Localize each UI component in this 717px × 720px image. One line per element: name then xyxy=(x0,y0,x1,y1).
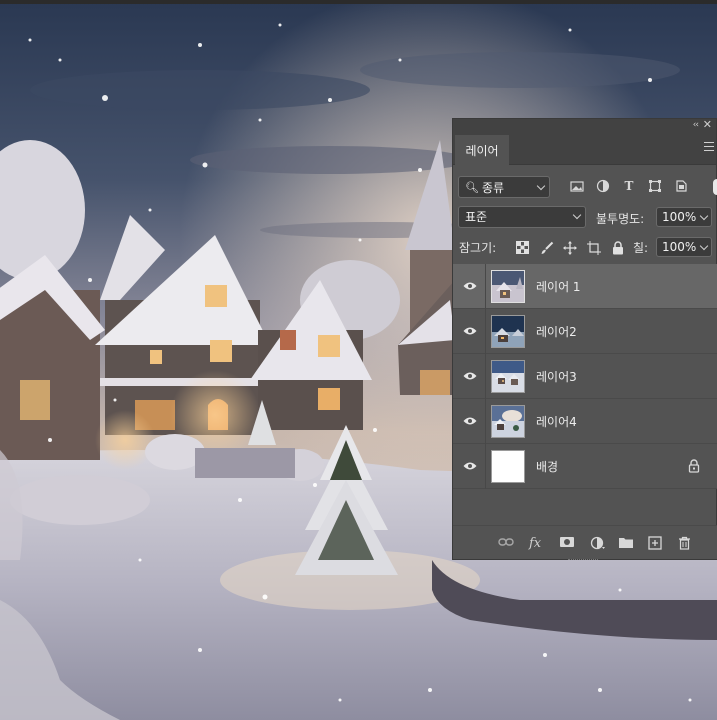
layer-thumbnail xyxy=(491,360,525,393)
fill-input[interactable]: 100% xyxy=(656,237,712,257)
layer-name[interactable]: 레이어4 xyxy=(536,413,577,430)
pixel-filter-icon[interactable] xyxy=(570,179,584,193)
eye-separator xyxy=(485,309,486,354)
link-icon[interactable] xyxy=(498,536,514,552)
shape-filter-icon[interactable] xyxy=(648,179,662,193)
tab-layers[interactable]: 레이어 xyxy=(455,135,509,166)
layer-row-1[interactable]: 레이어 1 xyxy=(453,264,717,309)
eye-icon[interactable] xyxy=(463,281,477,291)
layer-thumbnail xyxy=(491,450,525,483)
chevron-down-icon xyxy=(536,181,546,191)
eye-icon[interactable] xyxy=(463,461,477,471)
filter-row: 🔍︎ 종류 T xyxy=(453,173,717,201)
eye-separator xyxy=(485,444,486,489)
opacity-label: 불투명도: xyxy=(596,212,645,226)
type-filter-icon[interactable]: T xyxy=(622,179,636,193)
fx-icon[interactable]: fx xyxy=(529,536,541,552)
chevron-down-icon xyxy=(699,241,709,251)
window-top-edge xyxy=(0,0,717,4)
brush-icon[interactable] xyxy=(540,241,554,255)
opacity-input[interactable]: 100% xyxy=(656,207,712,227)
layer-row-4[interactable]: 레이어4 xyxy=(453,399,717,444)
new-layer-icon[interactable] xyxy=(648,536,662,552)
folder-icon[interactable] xyxy=(618,536,634,552)
smart-object-filter-icon[interactable] xyxy=(674,179,688,193)
panel-header[interactable]: ‹‹ ✕ xyxy=(453,118,716,133)
panel-resize-grip[interactable] xyxy=(568,559,598,562)
fill-value: 100% xyxy=(662,240,697,254)
chevron-down-icon xyxy=(699,211,709,221)
eye-separator xyxy=(485,354,486,399)
lock-icon[interactable] xyxy=(688,459,700,473)
move-icon[interactable] xyxy=(563,241,577,255)
layer-name[interactable]: 레이어 1 xyxy=(536,278,581,295)
layer-name[interactable]: 레이어2 xyxy=(536,323,577,340)
eye-separator xyxy=(485,264,486,309)
blend-row: 표준 불투명도: 100% xyxy=(453,203,717,231)
trash-icon[interactable] xyxy=(678,536,691,552)
blend-mode-select[interactable]: 표준 xyxy=(458,206,586,228)
eye-icon[interactable] xyxy=(463,371,477,381)
lock-row: 잠그기: 칠: 100% xyxy=(453,233,717,261)
adjustment-icon[interactable] xyxy=(590,536,606,552)
filter-toggle-switch[interactable] xyxy=(713,179,717,195)
layer-thumbnail xyxy=(491,405,525,438)
layer-row-3[interactable]: 레이어3 xyxy=(453,354,717,399)
chevron-down-icon xyxy=(572,210,582,220)
layer-name[interactable]: 배경 xyxy=(536,458,558,475)
lock-all-icon[interactable] xyxy=(611,241,625,255)
panel-tab-bar: 레이어 xyxy=(453,133,716,166)
adjustment-filter-icon[interactable] xyxy=(596,179,610,193)
opacity-value: 100% xyxy=(662,210,697,224)
layer-row-background[interactable]: 배경 xyxy=(453,444,717,489)
fill-label: 칠: xyxy=(633,241,649,255)
layer-thumbnail xyxy=(491,270,525,303)
eye-separator xyxy=(485,399,486,444)
layers-panel[interactable]: ‹‹ ✕ 레이어 🔍︎ 종류 T 표준 불투명도: 100% 잠그기: 칠: 1… xyxy=(452,118,717,560)
layer-thumbnail xyxy=(491,315,525,348)
mask-icon[interactable] xyxy=(559,536,575,552)
filter-kind-label: 종류 xyxy=(481,180,505,195)
layer-row-2[interactable]: 레이어2 xyxy=(453,309,717,354)
layer-list: 레이어 1 레이어2 레이어3 레이어4 배경 xyxy=(453,264,717,489)
eye-icon[interactable] xyxy=(463,326,477,336)
layer-name[interactable]: 레이어3 xyxy=(536,368,577,385)
eye-icon[interactable] xyxy=(463,416,477,426)
close-icon[interactable]: ✕ xyxy=(703,118,712,131)
panel-bottom-toolbar: fx xyxy=(453,525,717,562)
collapse-icon[interactable]: ‹‹ xyxy=(693,120,699,130)
panel-menu-icon[interactable] xyxy=(704,142,714,154)
filter-kind-select[interactable]: 🔍︎ 종류 xyxy=(458,176,550,198)
lock-label: 잠그기: xyxy=(459,241,497,255)
artboard-lock-icon[interactable] xyxy=(587,241,601,255)
search-icon: 🔍︎ xyxy=(465,180,479,194)
blend-mode-value: 표준 xyxy=(465,210,488,224)
lock-transparency-icon[interactable] xyxy=(515,241,529,255)
